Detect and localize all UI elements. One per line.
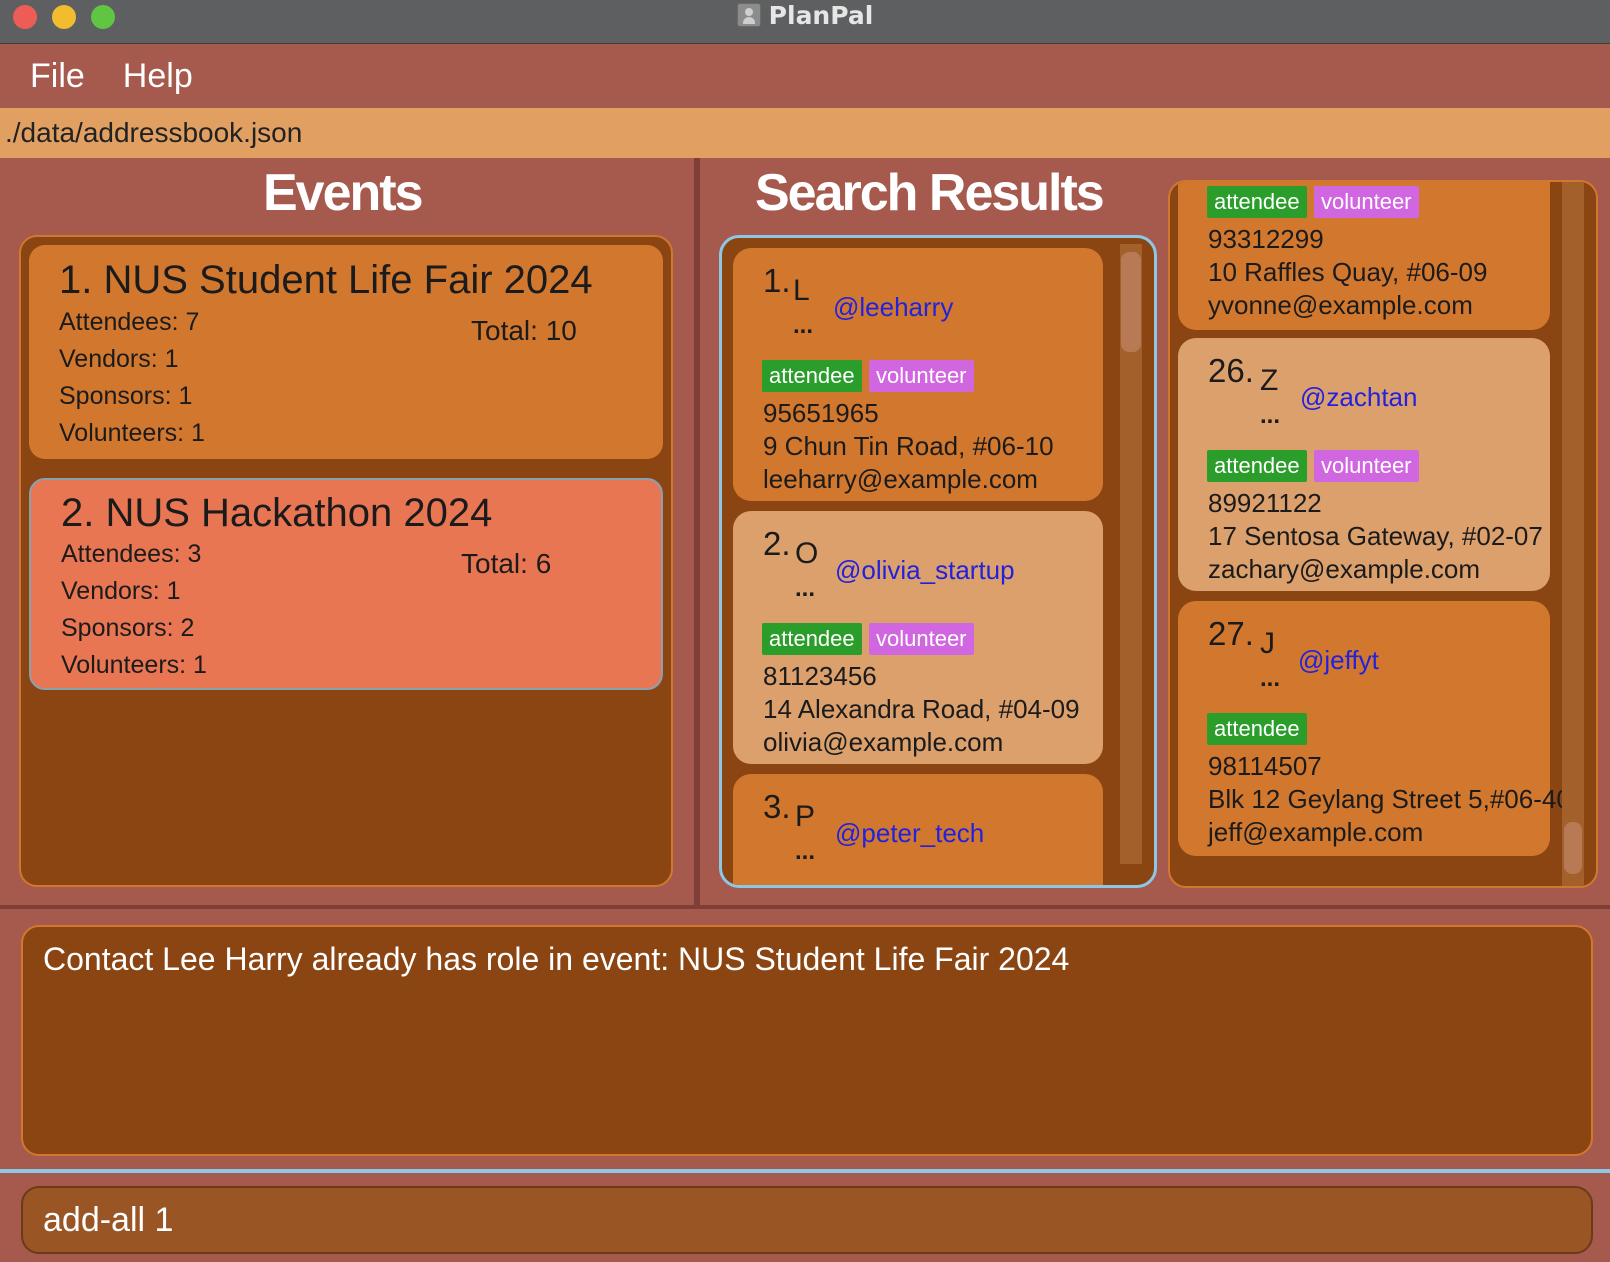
tag-volunteer: volunteer [1314, 450, 1419, 482]
scrollbar-track[interactable] [1562, 182, 1584, 886]
event-card[interactable]: 1. NUS Student Life Fair 2024 Attendees:… [29, 245, 663, 459]
person-email: yvonne@example.com [1208, 290, 1473, 320]
event-attendees: Attendees: 3 [61, 540, 202, 568]
menu-help[interactable]: Help [123, 57, 193, 96]
person-handle: @zachtan [1300, 382, 1418, 412]
panel-divider [694, 158, 700, 908]
events-heading: Events [263, 164, 424, 222]
menu-file[interactable]: File [30, 57, 85, 96]
event-vendors: Vendors: 1 [59, 345, 179, 373]
section-divider [0, 905, 1610, 909]
person-index: 27. [1208, 615, 1254, 652]
event-attendees: Attendees: 7 [59, 308, 200, 336]
person-address: 9 Chun Tin Road, #06-10 [763, 431, 1054, 461]
person-name: L [793, 274, 810, 307]
window-title: PlanPal [0, 0, 1610, 30]
event-total: Total: 10 [471, 315, 577, 346]
tag-attendee: attendee [1207, 713, 1307, 745]
person-index: 3. [763, 788, 791, 825]
person-card[interactable]: 26. Z ... @zachtan attendee volunteer 89… [1178, 338, 1550, 591]
tag-volunteer: volunteer [1314, 186, 1419, 218]
person-address: 10 Raffles Quay, #06-09 [1208, 257, 1488, 287]
person-email: leeharry@example.com [763, 464, 1038, 494]
person-name-ellipsis: ... [793, 312, 814, 339]
person-phone: 98114507 [1208, 751, 1322, 781]
search-results-list[interactable]: 1. L ... @leeharry attendee volunteer 95… [719, 235, 1157, 888]
event-volunteers: Volunteers: 1 [59, 419, 205, 447]
command-input-text: add-all 1 [43, 1200, 174, 1239]
person-name-ellipsis: ... [1260, 665, 1281, 692]
result-display: Contact Lee Harry already has role in ev… [21, 925, 1593, 1156]
tag-attendee: attendee [1207, 450, 1307, 482]
person-handle: @peter_tech [835, 818, 985, 848]
person-card[interactable]: attendee volunteer 93312299 10 Raffles Q… [1178, 182, 1550, 330]
person-email: olivia@example.com [763, 727, 1004, 757]
person-address: 14 Alexandra Road, #04-09 [763, 694, 1080, 724]
command-box-focus-line [0, 1169, 1610, 1173]
event-vendors: Vendors: 1 [61, 577, 181, 605]
scrollbar-thumb[interactable] [1564, 822, 1582, 874]
person-name: P [795, 800, 816, 833]
person-name-ellipsis: ... [795, 575, 816, 602]
person-card[interactable]: 27. J ... @jeffyt attendee 98114507 Blk … [1178, 601, 1571, 856]
tag-attendee: attendee [762, 623, 862, 655]
file-path-text: ./data/addressbook.json [5, 117, 303, 148]
event-title: 1. NUS Student Life Fair 2024 [59, 258, 593, 302]
person-card[interactable]: 3. P ... @peter_tech [733, 774, 1103, 885]
person-index: 1. [763, 262, 791, 299]
event-total: Total: 6 [461, 548, 552, 579]
tag-volunteer: volunteer [869, 623, 974, 655]
event-title: 2. NUS Hackathon 2024 [61, 491, 493, 535]
person-handle: @leeharry [833, 292, 954, 322]
person-name: J [1260, 627, 1275, 660]
search-results-list-continued[interactable]: attendee volunteer 93312299 10 Raffles Q… [1168, 180, 1598, 888]
person-email: zachary@example.com [1208, 554, 1481, 584]
search-results-heading: Search Results [755, 164, 1105, 222]
person-name-ellipsis: ... [795, 838, 816, 865]
event-sponsors: Sponsors: 2 [61, 614, 195, 642]
person-index: 26. [1208, 352, 1254, 389]
command-input[interactable]: add-all 1 [21, 1186, 1593, 1254]
tag-volunteer: volunteer [869, 360, 974, 392]
person-name: Z [1260, 364, 1279, 397]
event-sponsors: Sponsors: 1 [59, 382, 193, 410]
scrollbar-thumb[interactable] [1121, 252, 1141, 352]
person-name: O [795, 537, 819, 570]
app-icon [736, 3, 761, 27]
person-handle: @jeffyt [1298, 645, 1379, 675]
tag-attendee: attendee [1207, 186, 1307, 218]
tag-attendee: attendee [762, 360, 862, 392]
person-phone: 81123456 [763, 661, 877, 691]
event-card-selected[interactable]: 2. NUS Hackathon 2024 Attendees: 3 Vendo… [29, 478, 663, 690]
file-path-bar: ./data/addressbook.json [0, 108, 1610, 158]
person-card[interactable]: 1. L ... @leeharry attendee volunteer 95… [733, 248, 1103, 501]
person-address: Blk 12 Geylang Street 5,#06-40 [1208, 784, 1571, 814]
person-address: 17 Sentosa Gateway, #02-07 [1208, 521, 1543, 551]
person-handle: @olivia_startup [835, 555, 1015, 585]
result-message: Contact Lee Harry already has role in ev… [43, 941, 1070, 977]
person-phone: 95651965 [763, 398, 879, 428]
title-bar: PlanPal [0, 0, 1610, 44]
person-name-ellipsis: ... [1260, 402, 1281, 429]
person-email: jeff@example.com [1208, 817, 1424, 847]
events-list[interactable]: 1. NUS Student Life Fair 2024 Attendees:… [19, 235, 673, 887]
event-volunteers: Volunteers: 1 [61, 651, 207, 679]
person-index: 2. [763, 525, 791, 562]
person-phone: 93312299 [1208, 224, 1324, 254]
window-title-text: PlanPal [768, 0, 874, 30]
person-phone: 89921122 [1208, 488, 1322, 518]
person-card[interactable]: 2. O ... @olivia_startup attendee volunt… [733, 511, 1103, 764]
scrollbar-track[interactable] [1120, 244, 1142, 864]
menu-bar: File Help [0, 44, 1610, 108]
